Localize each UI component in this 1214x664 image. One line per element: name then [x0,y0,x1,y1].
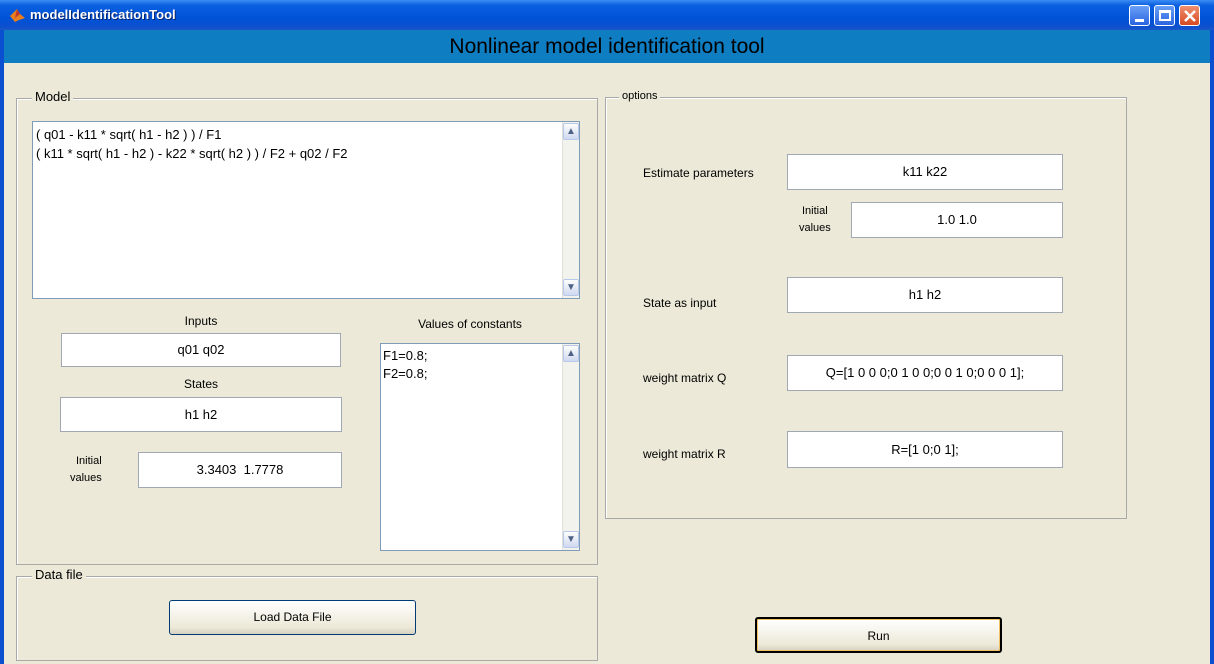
weight-matrix-q-field[interactable]: Q=[1 0 0 0;0 1 0 0;0 0 1 0;0 0 0 1]; [787,355,1063,391]
constants-label: Values of constants [418,317,522,331]
page-title: Nonlinear model identification tool [4,30,1210,63]
maximize-button[interactable] [1154,5,1175,26]
options-panel-title: options [619,90,661,102]
scroll-up-icon[interactable]: ▲ [563,123,579,140]
state-as-input-label: State as input [643,296,717,310]
model-equations-editor[interactable]: ( q01 - k11 * sqrt( h1 - h2 ) ) / F1 ( k… [32,121,580,299]
equation-line-2: ( k11 * sqrt( h1 - h2 ) - k22 * sqrt( h2… [36,146,348,161]
weight-matrix-q-label: weight matrix Q [643,371,727,385]
equations-scrollbar[interactable]: ▲ ▼ [562,122,579,298]
states-field[interactable]: h1 h2 [60,397,342,432]
state-as-input-field[interactable]: h1 h2 [787,277,1063,313]
minimize-icon [1135,19,1144,22]
initial-values-label-line1: Initial [76,455,102,467]
constants-listbox[interactable]: F1=0.8; F2=0.8; ▲ ▼ [380,343,580,551]
weight-matrix-r-field[interactable]: R=[1 0;0 1]; [787,431,1063,468]
weight-matrix-r-label: weight matrix R [643,447,726,461]
options-initial-label-line2: values [799,222,831,234]
options-initial-values-field[interactable]: 1.0 1.0 [851,202,1063,238]
window-title: modelIdentificationTool [30,7,176,22]
inputs-field[interactable]: q01 q02 [61,333,341,367]
datafile-panel-title: Data file [32,567,86,582]
states-label: States [183,377,219,391]
window-frame-left [0,30,4,664]
constant-line-1: F1=0.8; [383,348,428,363]
model-panel-title: Model [32,89,74,104]
maximize-icon [1159,10,1171,21]
close-icon [1184,10,1196,22]
inputs-label: Inputs [184,314,218,328]
matlab-logo-icon [10,9,25,22]
initial-values-label-line2: values [70,472,102,484]
minimize-button[interactable] [1129,5,1150,26]
model-initial-values-field[interactable]: 3.3403 1.7778 [138,452,342,488]
run-button[interactable]: Run [755,617,1002,653]
title-bar [0,0,1214,30]
close-button[interactable] [1179,5,1200,26]
window-frame-right [1210,30,1214,664]
constant-line-2: F2=0.8; [383,366,428,381]
constants-scrollbar[interactable]: ▲ ▼ [562,344,579,550]
load-data-file-button[interactable]: Load Data File [169,600,416,635]
estimate-parameters-field[interactable]: k11 k22 [787,154,1063,190]
scroll-down-icon[interactable]: ▼ [563,279,579,296]
scroll-up-icon[interactable]: ▲ [563,345,579,362]
options-initial-label-line1: Initial [802,205,828,217]
scroll-down-icon[interactable]: ▼ [563,531,579,548]
estimate-parameters-label: Estimate parameters [643,166,754,180]
equation-line-1: ( q01 - k11 * sqrt( h1 - h2 ) ) / F1 [36,127,222,142]
